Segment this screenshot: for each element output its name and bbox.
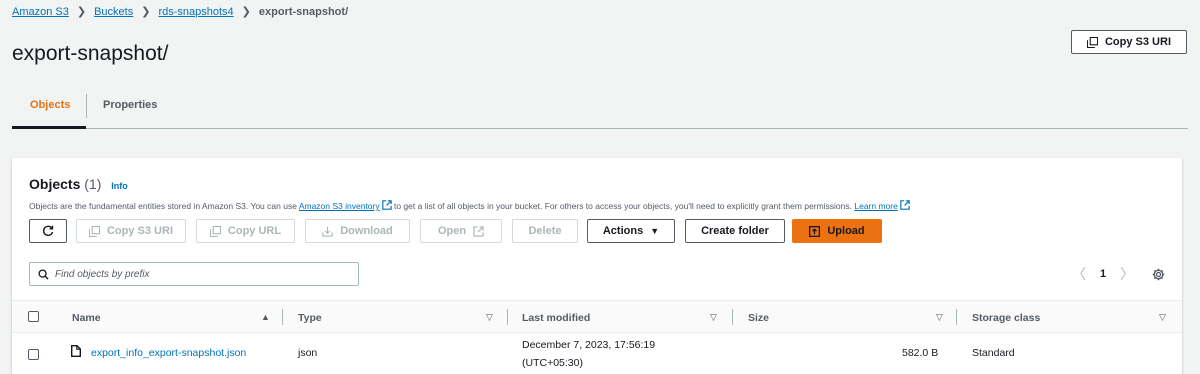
chevron-left-icon[interactable]: 〈 [1072,264,1086,284]
column-divider[interactable] [507,309,508,325]
select-all-checkbox[interactable] [28,311,39,322]
copy-icon [88,225,100,237]
delete-label: Delete [528,225,562,237]
column-divider[interactable] [732,309,733,325]
objects-header: Objects (1) Info [29,176,128,192]
create-folder-label: Create folder [701,225,769,237]
copy-url-label: Copy URL [227,225,282,237]
refresh-button[interactable] [29,219,67,243]
download-button[interactable]: Download [305,219,410,243]
create-folder-button[interactable]: Create folder [685,219,785,243]
object-type: json [298,347,318,359]
copy-url-button[interactable]: Copy URL [196,219,295,243]
row-checkbox[interactable] [28,349,39,360]
download-label: Download [340,225,393,237]
info-link[interactable]: Info [111,181,128,191]
sort-icon[interactable]: ▽ [936,312,943,323]
tab-objects[interactable]: Objects [30,99,70,111]
download-icon [322,226,333,237]
desc-text-2: to get a list of all objects in your buc… [391,201,855,211]
pagination: 〈 1 〉 [1072,264,1165,284]
copy-s3-uri-toolbar-label: Copy S3 URI [106,225,173,237]
sort-icon[interactable]: ▽ [1159,312,1166,323]
tab-properties[interactable]: Properties [103,99,157,111]
column-header-type[interactable]: Type [298,312,322,324]
search-icon [38,268,49,280]
copy-s3-uri-button[interactable]: Copy S3 URI [1071,30,1187,54]
file-icon [71,345,81,357]
sort-icon[interactable]: ▽ [486,312,493,323]
breadcrumb-link-amazon-s3[interactable]: Amazon S3 [12,6,69,18]
chevron-right-icon: ❯ [241,6,251,18]
current-page[interactable]: 1 [1100,268,1106,280]
sort-icon[interactable]: ▽ [710,312,717,323]
upload-label: Upload [827,225,865,237]
caret-down-icon: ▼ [650,226,660,236]
object-size: 582.0 B [902,347,939,359]
object-storage-class: Standard [972,347,1015,359]
objects-title: Objects [29,176,81,192]
upload-button[interactable]: Upload [792,219,882,243]
breadcrumb-link-bucket[interactable]: rds-snapshots4 [158,6,233,18]
object-name-link[interactable]: export_info_export-snapshot.json [91,347,246,359]
object-last-modified-tz: (UTC+05:30) [522,357,583,369]
external-link-icon [473,225,484,237]
external-link-icon [900,200,910,210]
delete-button[interactable]: Delete [512,219,578,243]
open-label: Open [437,225,467,237]
table-row[interactable]: export_info_export-snapshot.json json De… [12,334,1182,374]
page-title: export-snapshot/ [12,42,169,65]
objects-description: Objects are the fundamental entities sto… [29,200,910,211]
inventory-link[interactable]: Amazon S3 inventory [299,201,380,211]
chevron-right-icon: ❯ [76,6,87,18]
external-link-icon [381,200,392,210]
copy-s3-uri-label: Copy S3 URI [1104,36,1171,48]
search-box [29,262,359,286]
learn-more-link[interactable]: Learn more [854,201,897,211]
search-input[interactable] [55,268,345,280]
column-divider[interactable] [282,309,283,325]
column-header-storage-class[interactable]: Storage class [972,312,1040,324]
chevron-right-icon: ❯ [141,6,151,18]
tabs: Objects Properties [12,90,1188,129]
actions-label: Actions [602,225,644,237]
breadcrumb-link-buckets[interactable]: Buckets [94,6,133,18]
open-button[interactable]: Open [420,219,502,243]
copy-s3-uri-toolbar-button[interactable]: Copy S3 URI [76,219,186,243]
desc-text-1: Objects are the fundamental entities sto… [29,201,299,211]
column-header-size[interactable]: Size [748,312,769,324]
sort-ascending-icon[interactable]: ▲ [261,312,270,322]
column-header-name[interactable]: Name [72,312,101,324]
tab-divider [86,94,87,118]
column-divider[interactable] [956,309,957,325]
copy-icon [209,225,221,237]
copy-icon [1086,36,1098,48]
upload-icon [809,225,821,237]
object-last-modified-date: December 7, 2023, 17:56:19 [522,339,656,351]
breadcrumb-current: export-snapshot/ [258,5,349,18]
objects-panel: Objects (1) Info Objects are the fundame… [12,158,1182,374]
breadcrumb: Amazon S3 ❯ Buckets ❯ rds-snapshots4 ❯ e… [12,5,349,19]
chevron-right-icon[interactable]: 〉 [1120,264,1134,284]
gear-icon[interactable] [1152,268,1165,281]
table-header: Name ▲ Type ▽ Last modified ▽ Size ▽ Sto… [12,300,1182,333]
active-tab-indicator [12,126,86,129]
objects-count: (1) [84,176,102,192]
refresh-icon [42,225,54,236]
actions-dropdown[interactable]: Actions ▼ [587,219,675,243]
column-header-last-modified[interactable]: Last modified [522,312,590,324]
